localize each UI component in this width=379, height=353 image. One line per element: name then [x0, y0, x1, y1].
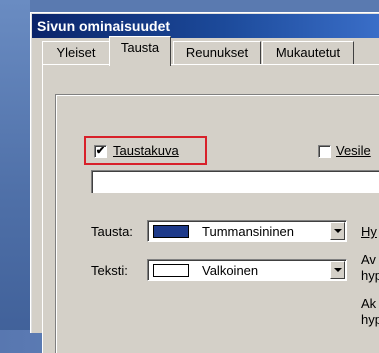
background-color-value: Tummansininen — [202, 224, 295, 239]
tab-background[interactable]: Tausta — [109, 36, 171, 66]
text-color-value: Valkoinen — [202, 263, 259, 278]
background-color-label: Tausta: — [91, 224, 133, 239]
title-bar[interactable]: Sivun ominaisuudet — [32, 14, 379, 38]
watermark-label: Vesile — [336, 143, 371, 158]
background-image-label: Taustakuva — [113, 143, 179, 158]
hyperlink-line-a: Av — [361, 252, 376, 267]
desktop-background — [0, 0, 30, 353]
hyperlink-line-b: hyp — [361, 268, 379, 283]
chevron-down-icon — [334, 229, 342, 233]
tab-custom[interactable]: Mukautetut — [262, 41, 354, 64]
text-color-label: Teksti: — [91, 263, 128, 278]
group-border-highlight — [56, 94, 57, 353]
background-color-select[interactable]: Tummansininen — [147, 220, 347, 242]
text-color-swatch — [153, 264, 189, 277]
group-border-top-highlight — [56, 95, 379, 96]
text-color-select[interactable]: Valkoinen — [147, 259, 347, 281]
tab-general[interactable]: Yleiset — [42, 41, 110, 64]
background-color-swatch — [153, 225, 189, 238]
watermark-checkbox[interactable] — [318, 145, 331, 158]
tab-general-label: Yleiset — [56, 45, 96, 60]
tab-borders-label: Reunukset — [185, 45, 249, 60]
tab-background-label: Tausta — [120, 40, 160, 55]
background-color-dropdown-button[interactable] — [330, 222, 345, 240]
background-image-path-input[interactable] — [91, 170, 379, 193]
text-color-dropdown-button[interactable] — [330, 261, 345, 279]
chevron-down-icon — [334, 268, 342, 272]
window-title: Sivun ominaisuudet — [37, 18, 171, 34]
tab-custom-label: Mukautetut — [275, 45, 341, 60]
hyperlink-label: Hy — [361, 224, 377, 239]
hyperlink-line-c: Ak — [361, 296, 377, 311]
hyperlink-line-d: hyp — [361, 312, 379, 327]
tab-borders[interactable]: Reunukset — [173, 41, 261, 64]
background-image-checkbox[interactable]: ✔ — [94, 145, 107, 158]
tab-panel — [42, 64, 379, 353]
